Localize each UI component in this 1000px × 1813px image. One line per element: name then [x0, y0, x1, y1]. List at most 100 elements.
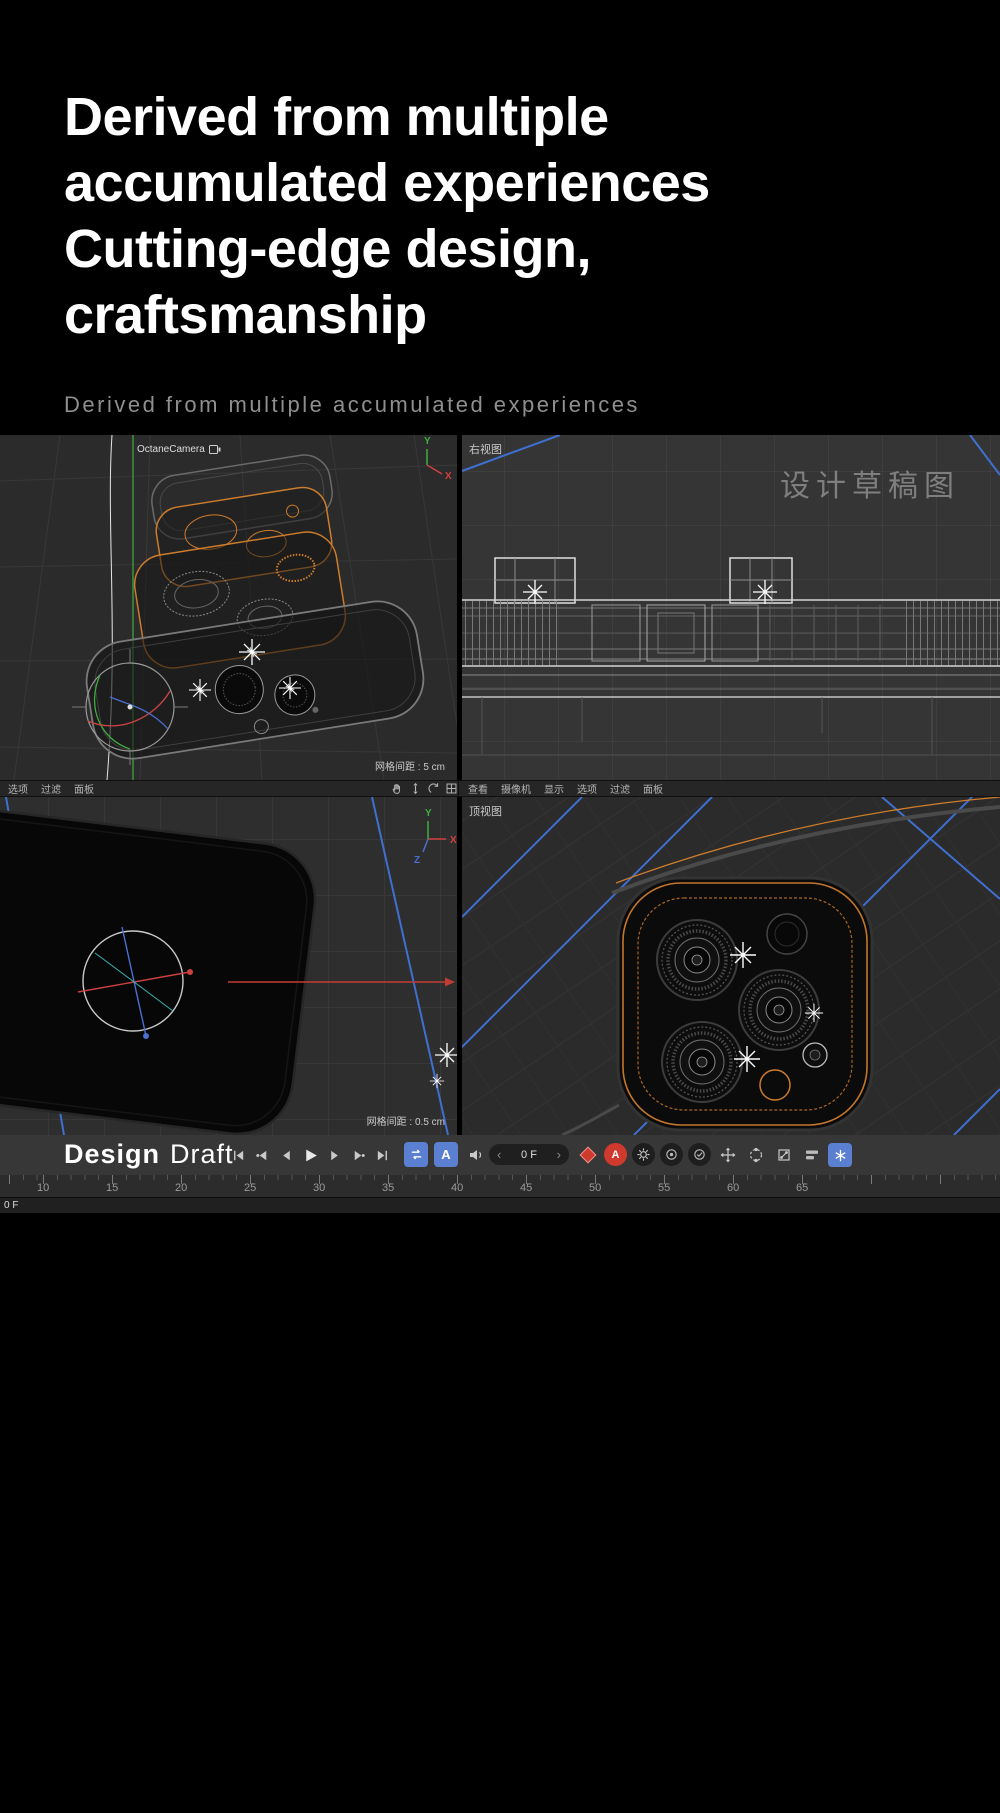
autokey-record-label: A — [612, 1149, 620, 1161]
autokey-label: A — [441, 1147, 450, 1162]
hero-section: Derived from multiple accumulated experi… — [64, 84, 960, 418]
rotate-tool-button[interactable] — [744, 1143, 768, 1167]
frame-increment[interactable]: › — [557, 1148, 561, 1161]
autokey-record-button[interactable]: A — [604, 1143, 627, 1166]
svg-text:X: X — [450, 835, 457, 846]
menu-cameras[interactable]: 摄像机 — [501, 781, 531, 796]
axis-lock-button[interactable] — [828, 1143, 852, 1167]
menu-group-left: 选项 过滤 面板 — [8, 781, 94, 796]
record-parameter-button[interactable] — [688, 1143, 711, 1166]
ruler-tick: 35 — [382, 1182, 394, 1194]
design-draft-title: Design Draft — [64, 1139, 234, 1170]
ruler-tick: 25 — [244, 1182, 256, 1194]
next-key-button[interactable] — [348, 1143, 369, 1167]
next-frame-button[interactable] — [324, 1143, 345, 1167]
axis-gizmo-front: Y X Z — [414, 808, 457, 866]
record-controls: A — [576, 1143, 711, 1166]
viewport-label-top[interactable]: 顶视图 — [469, 803, 502, 819]
current-frame-field[interactable]: ‹ 0 F › — [489, 1144, 569, 1165]
viewport-top-view[interactable]: 顶视图 — [462, 797, 1000, 1135]
layers-button[interactable] — [800, 1143, 824, 1167]
transform-tools — [716, 1143, 852, 1167]
record-position-button[interactable] — [660, 1143, 683, 1166]
timeline-bar: Design Draft — [0, 1135, 1000, 1175]
title-line-4: craftsmanship — [64, 282, 960, 348]
ruler-tick: 60 — [727, 1182, 739, 1194]
menu-options-right[interactable]: 选项 — [577, 781, 597, 796]
current-frame-strip: 0 F — [0, 1197, 1000, 1213]
perspective-canvas: Y X — [0, 435, 457, 780]
menu-view[interactable]: 查看 — [468, 781, 488, 796]
prev-frame-button[interactable] — [276, 1143, 297, 1167]
loop-icon — [409, 1147, 424, 1162]
gear-icon — [636, 1147, 651, 1162]
frame-value: 0 F — [521, 1149, 537, 1161]
sparkle-highlights — [430, 1043, 457, 1088]
sound-button[interactable] — [464, 1142, 488, 1167]
viewport-nav-controls — [391, 781, 458, 796]
move-tool-button[interactable] — [716, 1143, 740, 1167]
case-side-wireframe — [462, 558, 1000, 755]
design-draft-bold: Design — [64, 1139, 160, 1169]
menu-filter-left[interactable]: 过滤 — [41, 781, 61, 796]
layers-icon — [804, 1147, 820, 1163]
ruler-tick: 45 — [520, 1182, 532, 1194]
viewport-front-view[interactable]: Y X Z 网格间距 : 0.5 cm — [0, 797, 457, 1135]
grid-spacing-label: 网格间距 : 5 cm — [375, 758, 445, 773]
axis-lock-icon — [833, 1148, 848, 1163]
dolly-icon[interactable] — [409, 782, 422, 795]
ruler-tick: 65 — [796, 1182, 808, 1194]
keyframe-diamond-icon — [579, 1146, 596, 1163]
viewport-menubar: 选项 过滤 面板 — [0, 780, 1000, 797]
svg-text:Y: Y — [424, 436, 431, 447]
timeline-ruler[interactable]: 10 15 20 25 30 35 40 45 50 55 60 65 — [0, 1175, 1000, 1197]
menu-panel-right[interactable]: 面板 — [643, 781, 663, 796]
phone-body — [0, 802, 321, 1135]
title-line-2: accumulated experiences — [64, 150, 960, 216]
title-line-1: Derived from multiple — [64, 84, 960, 150]
move-icon — [720, 1147, 736, 1163]
menu-panel-left[interactable]: 面板 — [74, 781, 94, 796]
speaker-icon — [468, 1147, 484, 1163]
menu-options-left[interactable]: 选项 — [8, 781, 28, 796]
ruler-tick: 15 — [106, 1182, 118, 1194]
page: Derived from multiple accumulated experi… — [0, 0, 1000, 1813]
maximize-viewport-icon[interactable] — [445, 782, 458, 795]
menu-group-right: 查看 摄像机 显示 选项 过滤 面板 — [468, 781, 663, 796]
play-button[interactable] — [300, 1143, 321, 1167]
orbit-icon[interactable] — [427, 782, 440, 795]
ruler-tick: 10 — [37, 1182, 49, 1194]
ruler-tick: 50 — [589, 1182, 601, 1194]
frame-decrement[interactable]: ‹ — [497, 1148, 501, 1161]
playback-controls — [228, 1143, 393, 1167]
axis-gizmo-perspective: Y X — [424, 436, 452, 482]
loop-toggle-button[interactable] — [404, 1142, 428, 1167]
grid-spacing-label: 网格间距 : 0.5 cm — [367, 1113, 445, 1128]
current-frame-readout: 0 F — [4, 1200, 18, 1211]
record-keyframe-button[interactable] — [576, 1143, 599, 1166]
menubar-seam — [458, 781, 459, 796]
front-view-canvas: Y X Z — [0, 797, 457, 1135]
svg-text:X: X — [445, 471, 452, 482]
goto-end-button[interactable] — [372, 1143, 393, 1167]
menu-display[interactable]: 显示 — [544, 781, 564, 796]
ruler-tick: 20 — [175, 1182, 187, 1194]
page-subtitle: Derived from multiple accumulated experi… — [64, 392, 960, 418]
c4d-editor: Y X OctaneCamera 网格间距 : 5 cm — [0, 435, 1000, 1213]
viewport-right-view[interactable]: 右视图 设计草稿图 — [462, 435, 1000, 780]
scale-icon — [776, 1147, 792, 1163]
viewport-label-right[interactable]: 右视图 — [469, 441, 502, 457]
prev-key-button[interactable] — [252, 1143, 273, 1167]
camera-label[interactable]: OctaneCamera — [137, 444, 221, 455]
record-dot-icon — [664, 1147, 679, 1162]
scale-tool-button[interactable] — [772, 1143, 796, 1167]
autokey-button[interactable]: A — [434, 1142, 458, 1167]
viewport-perspective[interactable]: Y X OctaneCamera 网格间距 : 5 cm — [0, 435, 457, 780]
keying-settings-button[interactable] — [632, 1143, 655, 1166]
ruler-tick: 55 — [658, 1182, 670, 1194]
svg-text:Y: Y — [425, 808, 432, 819]
pan-hand-icon[interactable] — [391, 782, 404, 795]
rotate-icon — [748, 1147, 764, 1163]
menu-filter-right[interactable]: 过滤 — [610, 781, 630, 796]
design-draft-light: Draft — [170, 1139, 234, 1169]
